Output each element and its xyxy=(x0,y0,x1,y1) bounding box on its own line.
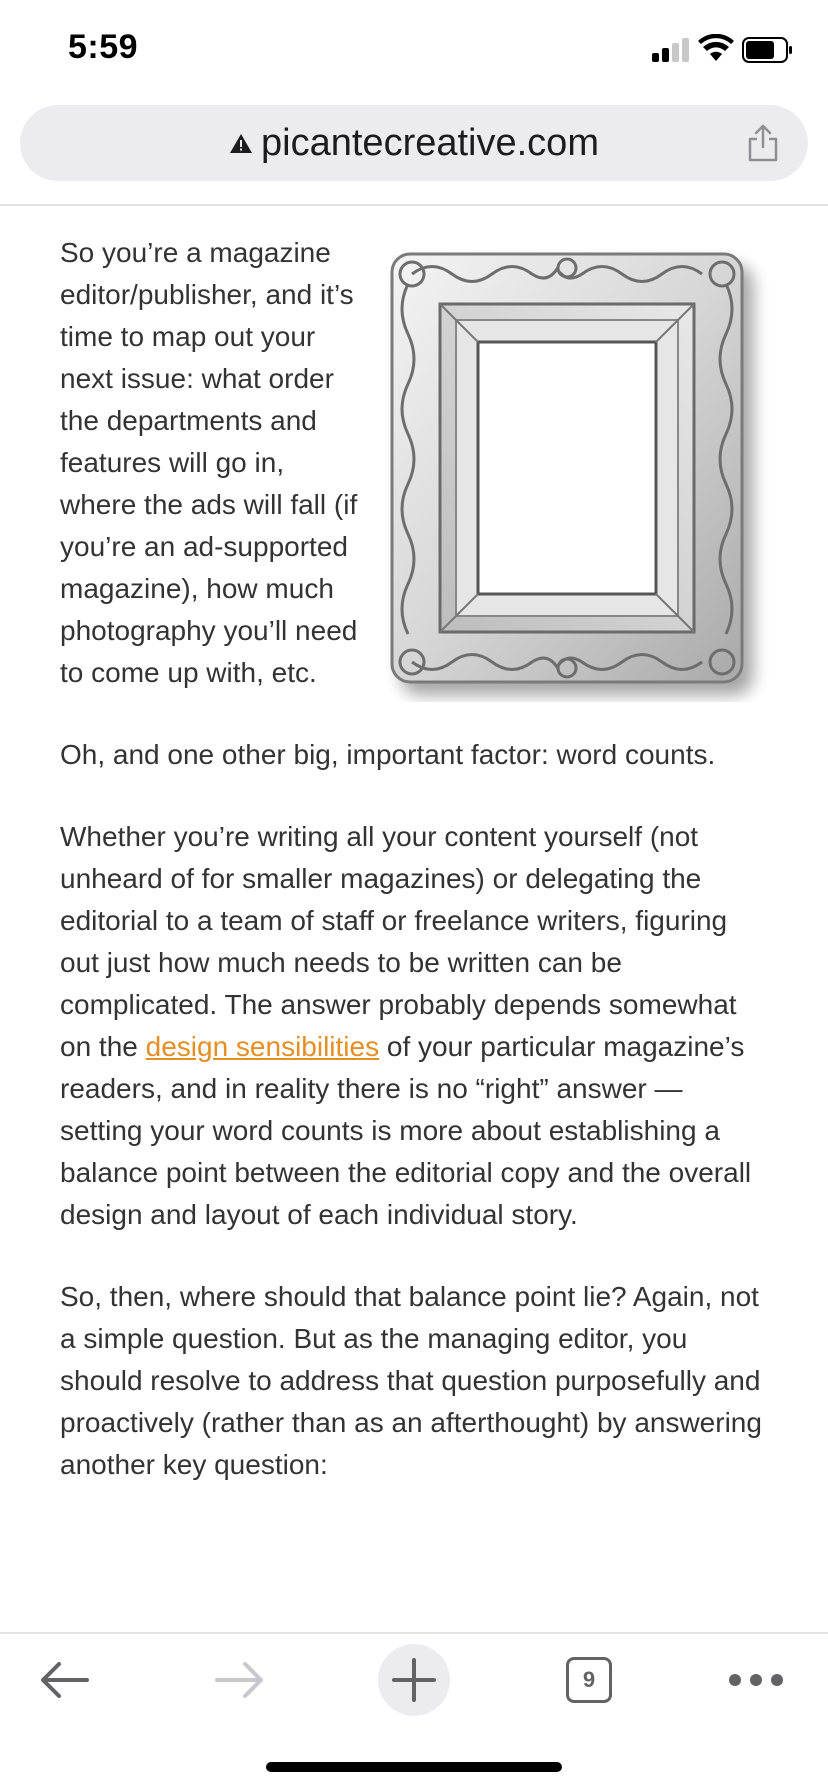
status-bar: 5:59 xyxy=(0,0,828,100)
back-arrow-icon xyxy=(41,1662,89,1698)
more-button[interactable] xyxy=(718,1644,794,1716)
status-time: 5:59 xyxy=(68,28,139,66)
more-dots-icon xyxy=(729,1674,783,1686)
forward-button[interactable] xyxy=(204,1644,274,1716)
address-bar[interactable]: picantecreative.com xyxy=(20,105,808,181)
ornate-frame-image xyxy=(382,244,772,702)
article-body: So you’re a magazine editor/publisher, a… xyxy=(60,232,772,1632)
warning-triangle-icon xyxy=(230,134,253,153)
design-sensibilities-link[interactable]: design sensibilities xyxy=(146,1031,379,1062)
share-icon[interactable] xyxy=(746,123,780,163)
paragraph-3-text-before: Whether you’re writing all your content … xyxy=(60,821,737,1062)
article-paragraph-4: So, then, where should that balance poin… xyxy=(60,1281,762,1480)
cellular-signal-icon xyxy=(652,38,690,62)
tabs-icon: 9 xyxy=(566,1657,612,1703)
new-tab-button[interactable] xyxy=(378,1644,450,1716)
back-button[interactable] xyxy=(30,1644,100,1716)
url-text: picantecreative.com xyxy=(261,121,599,164)
home-indicator xyxy=(266,1762,562,1772)
tab-count: 9 xyxy=(582,1667,596,1692)
tabs-button[interactable]: 9 xyxy=(554,1644,624,1716)
header-divider xyxy=(0,204,828,206)
article-paragraph-3: Whether you’re writing all your content … xyxy=(60,816,772,1236)
article-paragraph-2: Oh, and one other big, important factor:… xyxy=(60,739,716,770)
plus-icon xyxy=(392,1658,436,1702)
browser-toolbar: 9 xyxy=(0,1634,828,1726)
forward-arrow-icon xyxy=(215,1662,263,1698)
battery-icon xyxy=(742,37,792,63)
wifi-icon xyxy=(698,34,734,61)
